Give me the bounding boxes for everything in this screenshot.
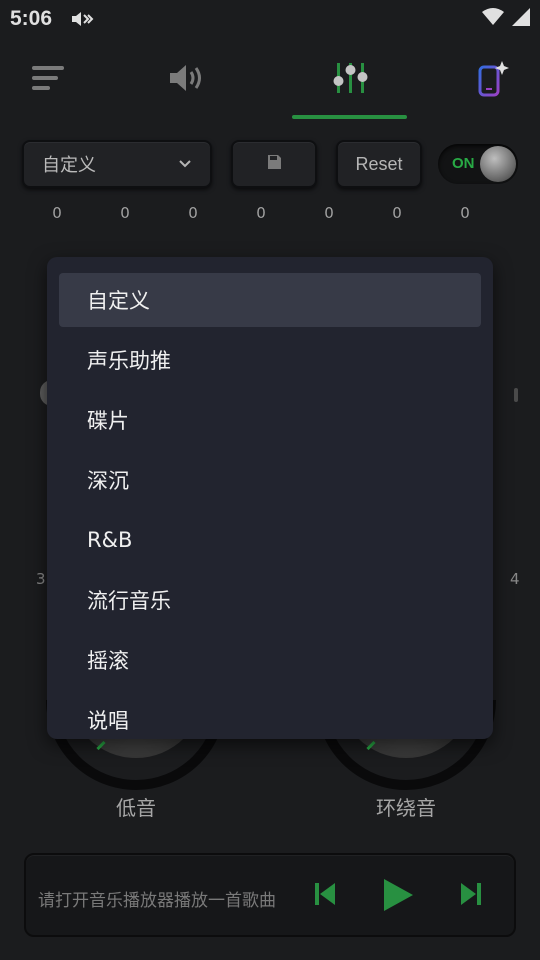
- preset-option-disc[interactable]: 碟片: [59, 393, 481, 447]
- preset-option-rap[interactable]: 说唱: [59, 693, 481, 739]
- preset-option-rock[interactable]: 摇滚: [59, 633, 481, 687]
- preset-option-vocal-boost[interactable]: 声乐助推: [59, 333, 481, 387]
- preset-option-rnb[interactable]: R&B: [59, 513, 481, 567]
- preset-dropdown-menu: 自定义 声乐助推 碟片 深沉 R&B 流行音乐 摇滚 说唱: [47, 257, 493, 739]
- preset-option-deep[interactable]: 深沉: [59, 453, 481, 507]
- preset-option-pop[interactable]: 流行音乐: [59, 573, 481, 627]
- preset-option-custom[interactable]: 自定义: [59, 273, 481, 327]
